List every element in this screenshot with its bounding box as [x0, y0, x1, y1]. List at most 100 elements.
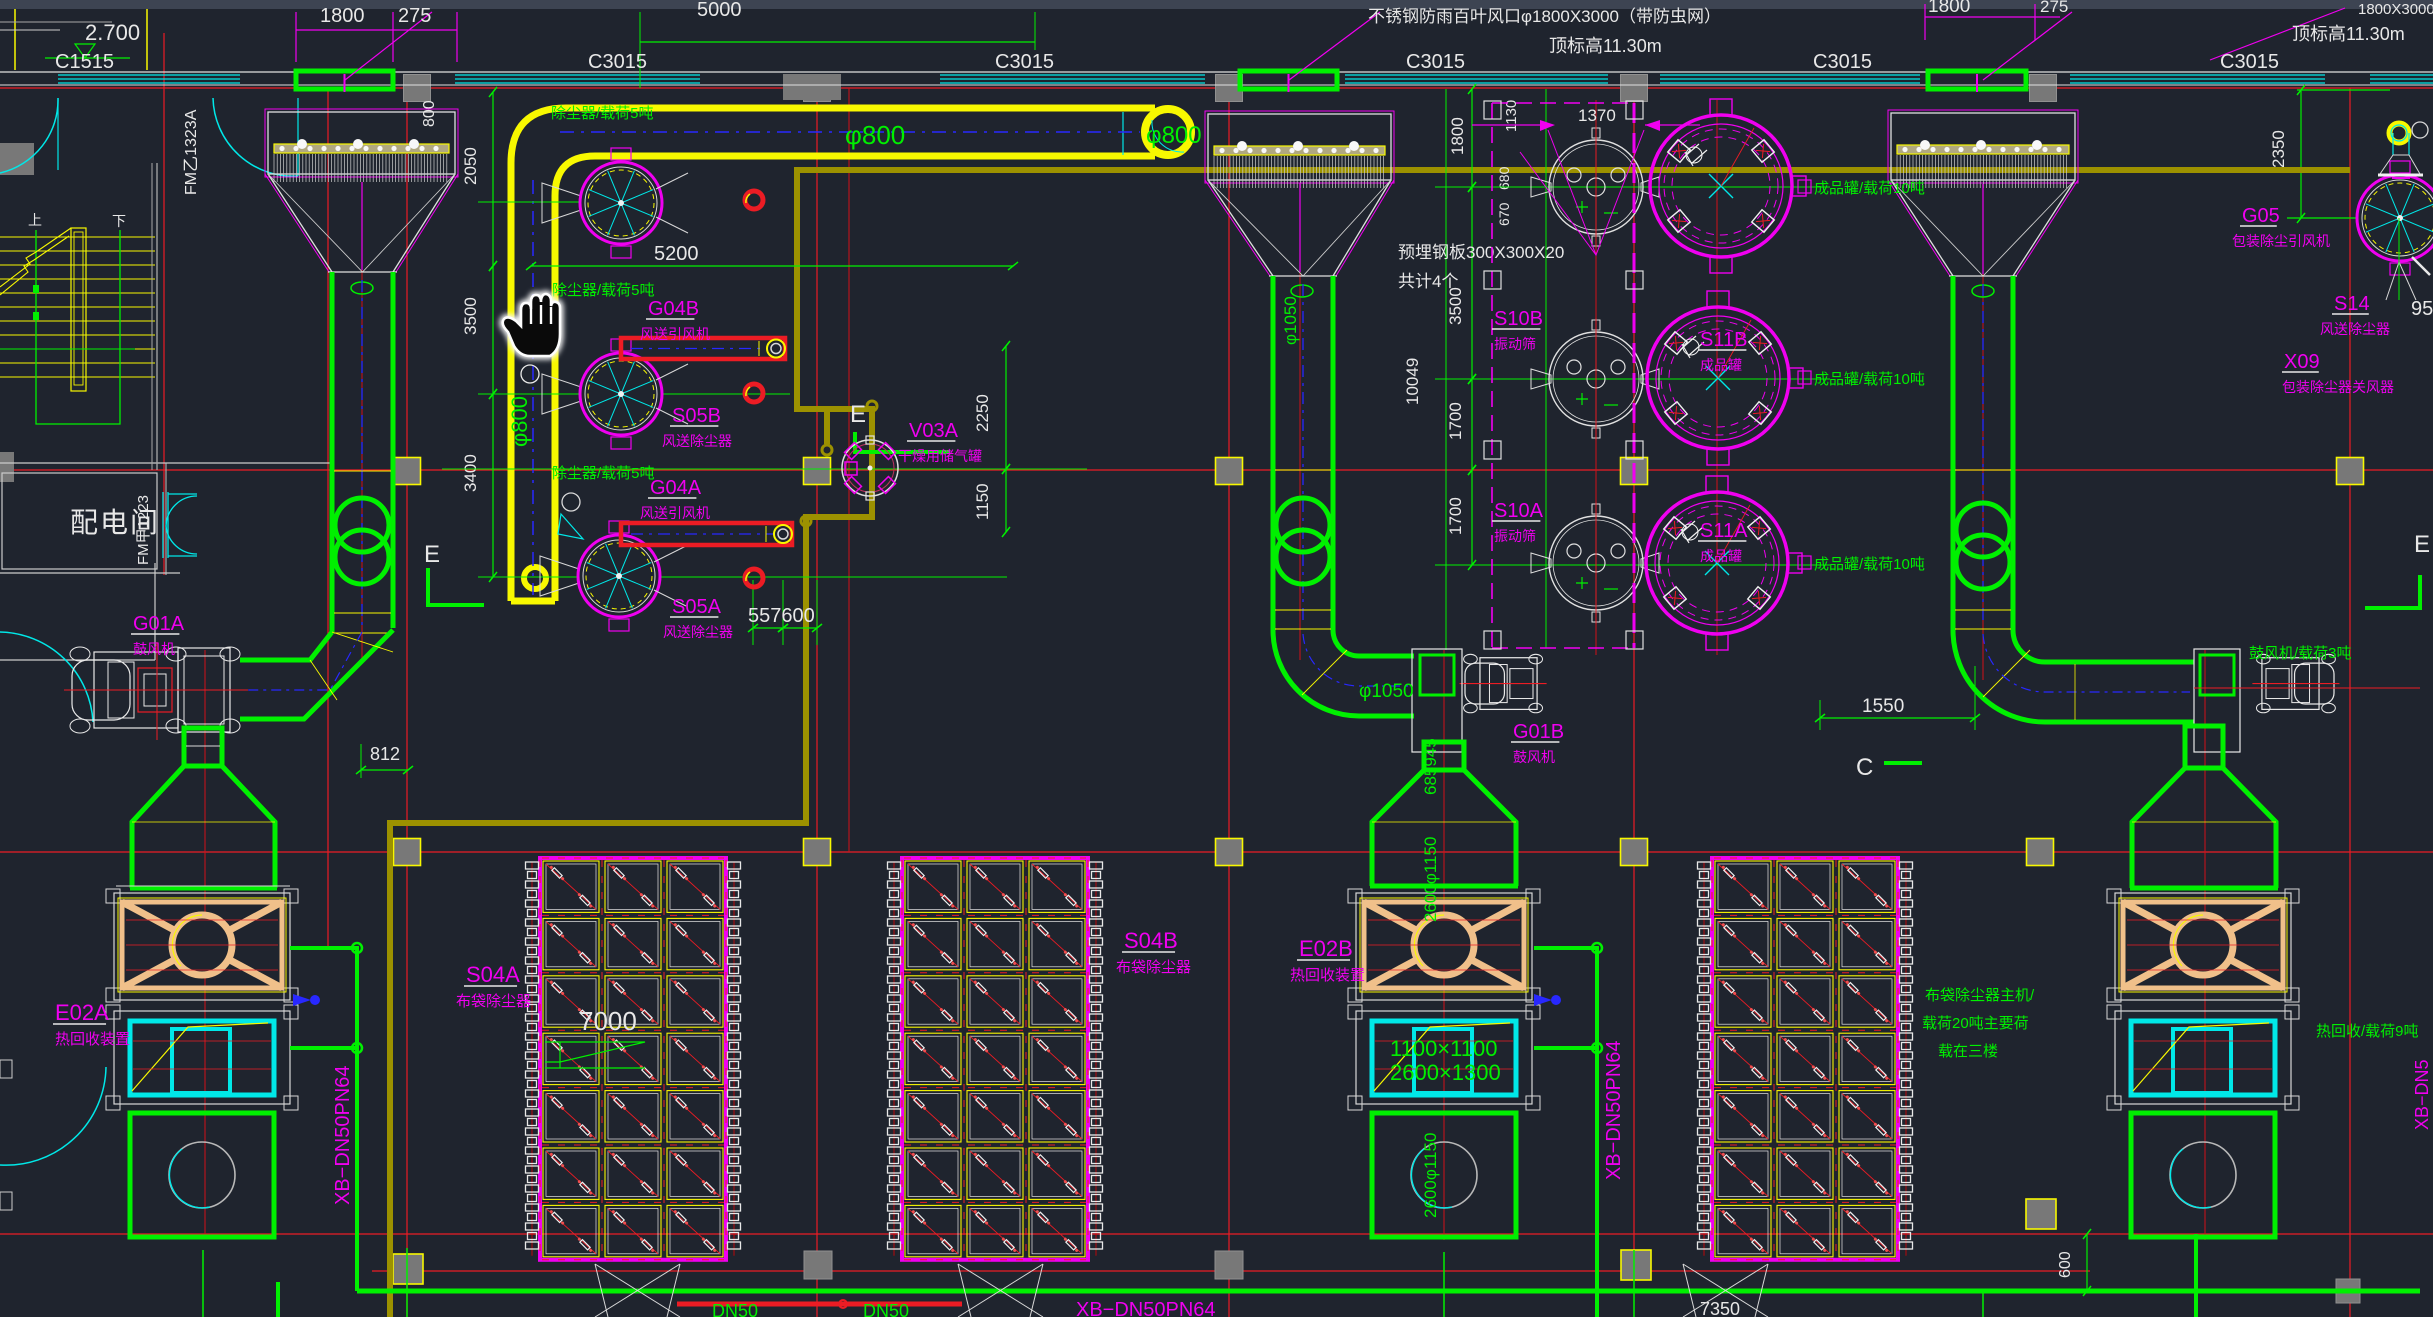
svg-text:275: 275	[2040, 0, 2068, 16]
svg-text:风送除尘器: 风送除尘器	[663, 624, 733, 640]
svg-text:鼓风机: 鼓风机	[1513, 749, 1555, 765]
svg-text:1800: 1800	[1928, 0, 1970, 17]
svg-text:1130: 1130	[1503, 100, 1520, 132]
svg-text:3500: 3500	[1446, 287, 1465, 325]
svg-text:G01A: G01A	[133, 613, 185, 635]
svg-text:FM乙1323A: FM乙1323A	[183, 109, 200, 195]
svg-text:C3015: C3015	[588, 51, 647, 73]
svg-text:热回收装置: 热回收装置	[1290, 967, 1365, 984]
svg-text:成品罐/载荷10吨: 成品罐/载荷10吨	[1814, 180, 1925, 197]
svg-text:1800: 1800	[1448, 117, 1467, 155]
svg-text:S11A: S11A	[1700, 520, 1748, 542]
svg-text:预埋钢板300X300X20: 预埋钢板300X300X20	[1398, 243, 1564, 262]
svg-text:1100×1100: 1100×1100	[1390, 1036, 1497, 1061]
svg-text:680: 680	[1496, 166, 1512, 190]
svg-text:2600×1300: 2600×1300	[1390, 1060, 1501, 1085]
svg-text:包装除尘器关风器: 包装除尘器关风器	[2282, 379, 2394, 395]
svg-text:E: E	[850, 401, 866, 428]
svg-text:7000: 7000	[579, 1006, 637, 1036]
svg-text:2.700: 2.700	[85, 20, 140, 45]
svg-text:共计4个: 共计4个	[1398, 272, 1458, 291]
svg-text:XB−DN50PN64: XB−DN50PN64	[1076, 1299, 1216, 1317]
svg-text:DN50: DN50	[863, 1301, 909, 1317]
svg-text:S05B: S05B	[672, 405, 721, 427]
svg-text:鼓风机/载荷3吨: 鼓风机/载荷3吨	[2249, 645, 2352, 662]
svg-text:φ800: φ800	[845, 120, 905, 150]
svg-text:1370: 1370	[1578, 106, 1616, 125]
svg-text:E: E	[2414, 531, 2430, 558]
svg-text:G05: G05	[2242, 205, 2280, 227]
svg-text:除尘器/载荷5吨: 除尘器/载荷5吨	[551, 105, 654, 122]
svg-text:成品罐: 成品罐	[1700, 548, 1742, 564]
svg-text:上: 上	[28, 212, 42, 228]
svg-text:成品罐/载荷10吨: 成品罐/载荷10吨	[1814, 371, 1925, 388]
svg-text:2350: 2350	[2269, 130, 2288, 168]
svg-text:S10B: S10B	[1494, 308, 1543, 330]
svg-text:φ800: φ800	[1146, 122, 1202, 149]
svg-text:812: 812	[370, 744, 400, 764]
svg-text:热回收/载荷9吨: 热回收/载荷9吨	[2316, 1023, 2419, 1040]
svg-text:1800X3000（带: 1800X3000（带	[2358, 1, 2433, 18]
svg-text:S11B: S11B	[1700, 329, 1747, 351]
svg-text:C3015: C3015	[1406, 51, 1465, 73]
svg-text:S10A: S10A	[1494, 500, 1544, 522]
svg-text:685945: 685945	[1421, 738, 1440, 795]
svg-text:顶标高11.30m: 顶标高11.30m	[1549, 36, 1662, 56]
svg-text:1800: 1800	[320, 5, 365, 27]
svg-text:振动筛: 振动筛	[1494, 528, 1536, 544]
svg-text:2050: 2050	[461, 147, 480, 185]
svg-text:5200: 5200	[654, 243, 699, 265]
svg-text:2600φ1150: 2600φ1150	[1421, 837, 1440, 922]
svg-text:鼓风机: 鼓风机	[133, 641, 175, 657]
svg-text:C3015: C3015	[1813, 51, 1872, 73]
svg-text:E: E	[424, 541, 440, 568]
svg-text:95: 95	[2411, 298, 2433, 320]
svg-text:1700: 1700	[1446, 497, 1465, 535]
svg-text:5000: 5000	[697, 0, 742, 21]
svg-text:2250: 2250	[973, 394, 992, 432]
svg-text:S14: S14	[2334, 293, 2370, 315]
svg-text:热回收装置: 热回收装置	[55, 1031, 130, 1048]
svg-text:1700: 1700	[1446, 402, 1465, 440]
svg-text:成品罐/载荷10吨: 成品罐/载荷10吨	[1814, 556, 1925, 573]
svg-text:10049: 10049	[1403, 358, 1422, 405]
svg-text:G04A: G04A	[650, 477, 702, 499]
svg-text:G04B: G04B	[648, 298, 699, 320]
svg-text:布袋除尘器: 布袋除尘器	[456, 993, 531, 1010]
svg-text:XB−DN50PN64: XB−DN50PN64	[1603, 1040, 1625, 1180]
svg-text:S04A: S04A	[466, 962, 520, 987]
svg-text:C3015: C3015	[995, 51, 1054, 73]
svg-text:C3015: C3015	[2220, 51, 2279, 73]
svg-text:XB−DN50PN64: XB−DN50PN64	[332, 1065, 354, 1205]
svg-text:φ1050: φ1050	[1359, 681, 1414, 702]
svg-text:载在三楼: 载在三楼	[1938, 1043, 1998, 1060]
svg-text:S05A: S05A	[672, 596, 722, 618]
svg-text:V03A: V03A	[909, 420, 959, 442]
svg-text:2600φ1150: 2600φ1150	[1421, 1133, 1440, 1218]
svg-text:3400: 3400	[461, 454, 480, 492]
svg-text:800: 800	[421, 100, 438, 127]
svg-text:1550: 1550	[1862, 696, 1904, 717]
svg-text:G01B: G01B	[1513, 721, 1564, 743]
svg-text:DN50: DN50	[712, 1301, 758, 1317]
svg-text:载荷20吨主要荷: 载荷20吨主要荷	[1922, 1015, 2029, 1032]
svg-text:除尘器/载荷5吨: 除尘器/载荷5吨	[552, 465, 655, 482]
svg-text:600: 600	[2057, 1251, 2074, 1278]
svg-text:S04B: S04B	[1124, 928, 1178, 953]
svg-text:振动筛: 振动筛	[1494, 336, 1536, 352]
svg-text:FM甲1223: FM甲1223	[135, 495, 152, 565]
svg-text:XB−DN5: XB−DN5	[2412, 1059, 2432, 1130]
svg-text:顶标高11.30m: 顶标高11.30m	[2292, 24, 2405, 44]
svg-text:φ1050: φ1050	[1281, 296, 1300, 345]
svg-text:3500: 3500	[461, 297, 480, 335]
svg-text:X09: X09	[2284, 351, 2320, 373]
svg-text:风送除尘器: 风送除尘器	[662, 433, 732, 449]
svg-text:风送引风机: 风送引风机	[640, 505, 710, 521]
svg-text:7350: 7350	[1700, 1299, 1740, 1317]
svg-text:670: 670	[1496, 202, 1512, 226]
svg-text:布袋除尘器主机/: 布袋除尘器主机/	[1925, 987, 2035, 1004]
svg-text:E02B: E02B	[1299, 936, 1353, 961]
svg-text:275: 275	[398, 5, 431, 27]
svg-text:风送除尘器: 风送除尘器	[2320, 321, 2390, 337]
svg-text:包装除尘引风机: 包装除尘引风机	[2232, 233, 2330, 249]
